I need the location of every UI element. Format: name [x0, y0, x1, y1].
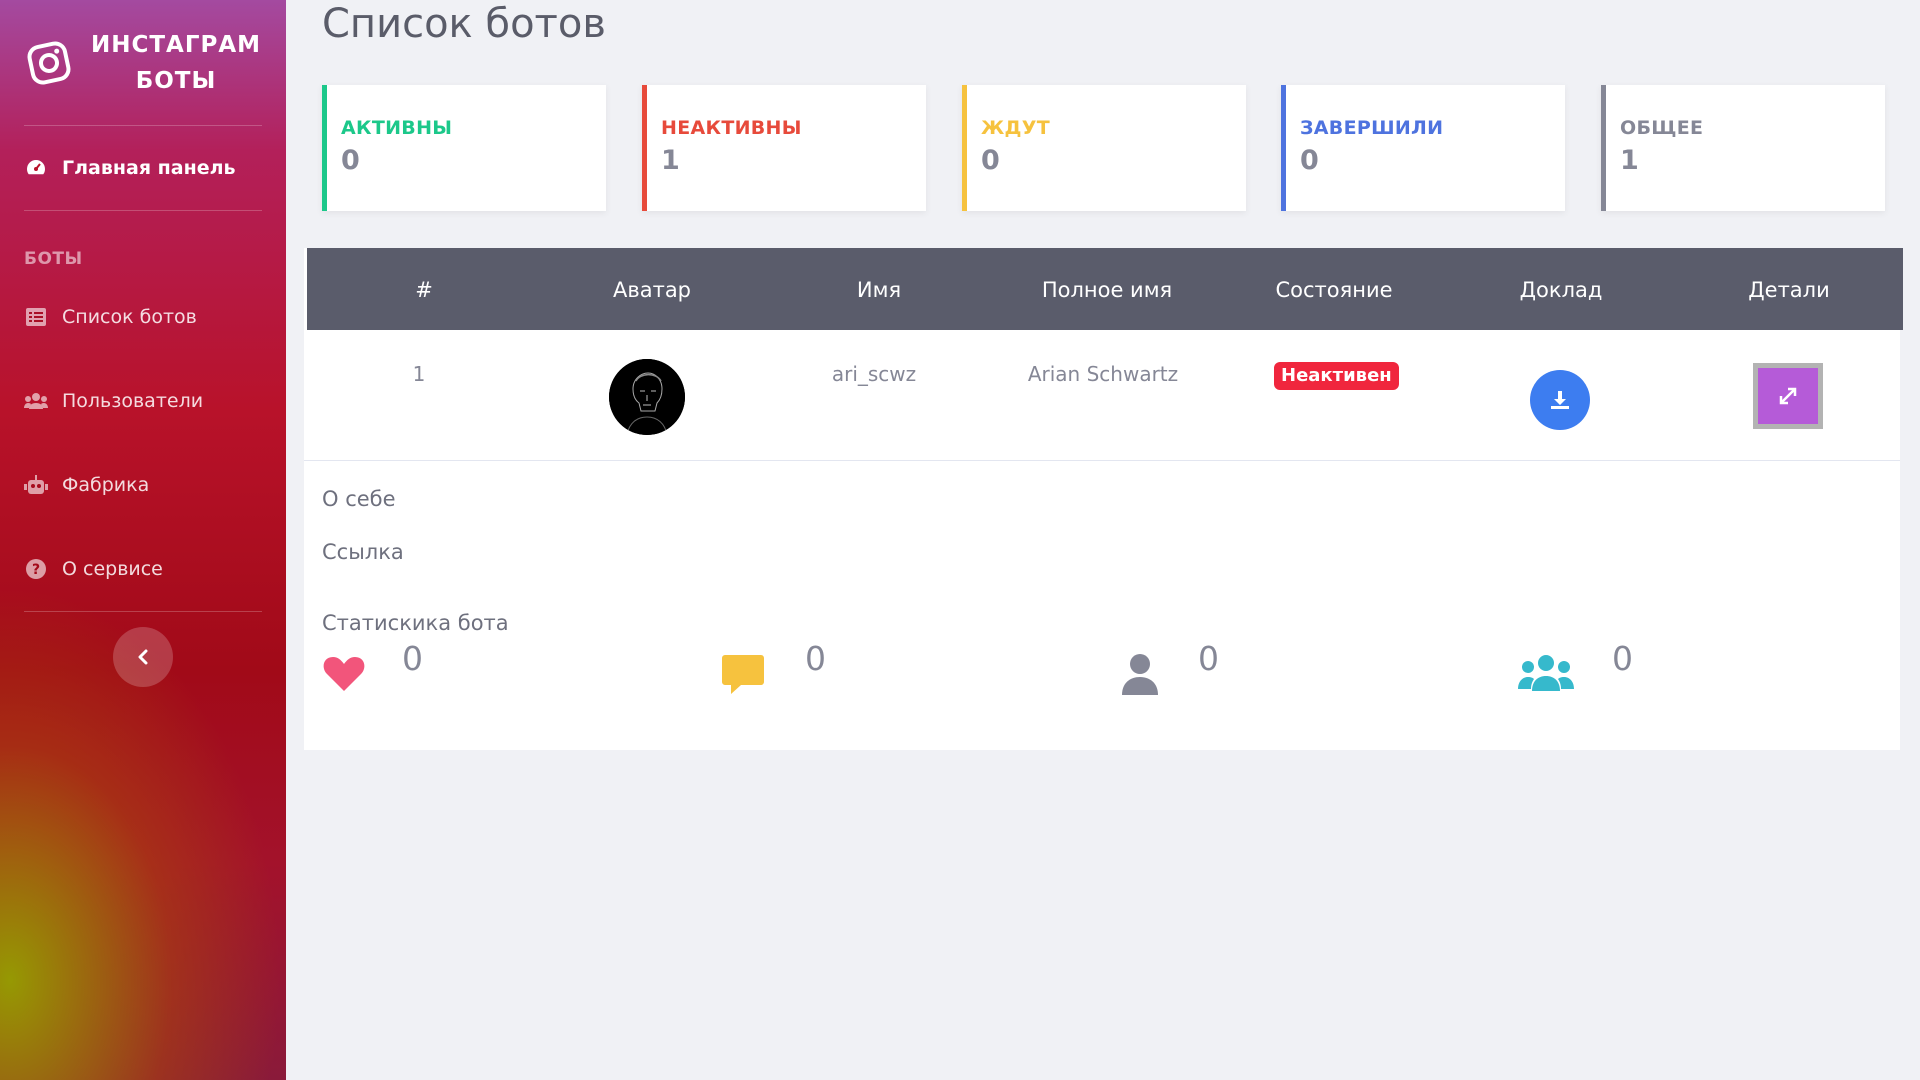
sidebar: ИНСТАГРАМ БОТЫ Главная панель БОТЫ Списо… [0, 0, 286, 1080]
sidebar-item-label: Главная панель [62, 157, 236, 179]
card-active: АКТИВНЫ 0 [322, 85, 606, 211]
sidebar-item-bot-list[interactable]: Список ботов [0, 275, 286, 359]
link-label: Ссылка [322, 540, 404, 564]
column-header-avatar: Аватар [612, 278, 692, 302]
card-value: 0 [1300, 145, 1319, 176]
column-header-details: Детали [1748, 278, 1830, 302]
sidebar-item-label: Пользователи [62, 390, 204, 412]
column-header-index: # [415, 278, 433, 302]
stat-value: 0 [402, 639, 423, 678]
about-label: О себе [322, 487, 396, 511]
user-icon [1122, 654, 1158, 695]
stats-title: Статискика бота [322, 611, 509, 635]
bots-table: # Аватар Имя Полное имя Состояние Доклад… [304, 248, 1903, 750]
sidebar-toggle-button[interactable] [113, 627, 173, 687]
sidebar-item-users[interactable]: Пользователи [0, 359, 286, 443]
card-value: 1 [1620, 145, 1639, 176]
svg-text:?: ? [32, 562, 40, 578]
row-index: 1 [412, 362, 426, 386]
row-full-name: Arian Schwartz [1027, 362, 1179, 386]
brand[interactable]: ИНСТАГРАМ БОТЫ [0, 0, 286, 125]
robot-icon [24, 473, 48, 497]
stat-value: 0 [805, 639, 826, 678]
sidebar-item-label: О сервисе [62, 558, 163, 580]
brand-title: ИНСТАГРАМ БОТЫ [91, 27, 261, 99]
question-icon: ? [24, 557, 48, 581]
card-finished: ЗАВЕРШИЛИ 0 [1281, 85, 1565, 211]
chevron-left-icon [138, 649, 148, 665]
users-icon [1518, 655, 1574, 691]
stat-value: 0 [1198, 639, 1219, 678]
card-value: 0 [341, 145, 360, 176]
card-value: 1 [661, 145, 680, 176]
status-badge: Неактивен [1274, 362, 1399, 390]
sidebar-divider [24, 611, 262, 612]
stat-following: 0 [1120, 639, 1219, 697]
column-header-status: Состояние [1275, 278, 1393, 302]
page-title: Список ботов [322, 1, 606, 47]
card-total: ОБЩЕЕ 1 [1601, 85, 1885, 211]
card-inactive: НЕАКТИВНЫ 1 [642, 85, 926, 211]
download-report-button[interactable] [1530, 370, 1590, 430]
users-icon [24, 389, 48, 413]
card-label: НЕАКТИВНЫ [661, 117, 802, 139]
column-header-name: Имя [856, 278, 902, 302]
sidebar-item-label: Фабрика [62, 474, 150, 496]
card-label: ЖДУТ [981, 117, 1050, 139]
card-label: ЗАВЕРШИЛИ [1300, 117, 1444, 139]
brand-line-1: ИНСТАГРАМ [90, 31, 262, 58]
table-header: # Аватар Имя Полное имя Состояние Доклад… [307, 248, 1903, 330]
sidebar-item-label: Список ботов [62, 306, 197, 328]
row-divider [304, 460, 1900, 461]
sidebar-item-dashboard[interactable]: Главная панель [0, 126, 286, 210]
instagram-icon [27, 41, 71, 84]
expand-icon [1779, 387, 1797, 405]
stat-followers: 0 [1518, 639, 1633, 693]
comment-icon [722, 655, 764, 694]
row-username: ari_scwz [831, 362, 917, 386]
details-button[interactable] [1753, 363, 1823, 429]
sidebar-section-title: БОТЫ [24, 249, 83, 269]
stat-comments: 0 [721, 639, 826, 695]
heart-icon [323, 657, 365, 691]
sidebar-item-factory[interactable]: Фабрика [0, 443, 286, 527]
card-label: ОБЩЕЕ [1620, 117, 1704, 139]
card-waiting: ЖДУТ 0 [962, 85, 1246, 211]
column-header-full-name: Полное имя [1041, 278, 1173, 302]
card-value: 0 [981, 145, 1000, 176]
stat-value: 0 [1612, 639, 1633, 678]
sidebar-item-about[interactable]: ? О сервисе [0, 527, 286, 611]
avatar [609, 359, 685, 435]
download-icon [1551, 391, 1569, 409]
list-icon [24, 305, 48, 329]
tachometer-icon [24, 156, 48, 180]
column-header-report: Доклад [1519, 278, 1603, 302]
stat-likes: 0 [322, 639, 423, 693]
card-label: АКТИВНЫ [341, 117, 453, 139]
brand-line-2: БОТЫ [135, 67, 217, 94]
